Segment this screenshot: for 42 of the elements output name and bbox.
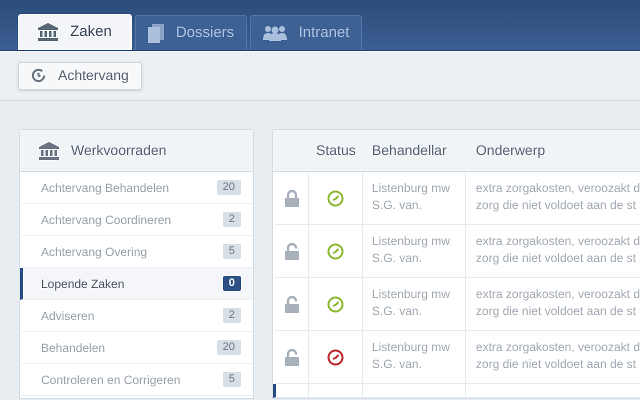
sidebar-item[interactable]: Lopende Zaken 0 bbox=[20, 268, 253, 300]
behandelaar-text: Listenburg mw bbox=[372, 339, 451, 356]
behandelaar-text: Listenburg mw bbox=[372, 286, 451, 303]
clock-refresh-icon bbox=[31, 68, 46, 83]
behandelaar-text: S.G. van. bbox=[372, 303, 423, 320]
onderwerp-text: extra zorgakosten, veroozakt d bbox=[476, 339, 640, 356]
column-header: Status bbox=[316, 141, 356, 160]
behandelaar-text: Listenburg mw bbox=[372, 180, 451, 197]
bank-icon bbox=[39, 142, 59, 160]
behandelaar-text: S.G. van. bbox=[372, 250, 423, 267]
count-badge: 5 bbox=[222, 372, 241, 387]
behandelaar-text: S.G. van. bbox=[372, 356, 423, 373]
bank-icon bbox=[38, 23, 58, 41]
count-badge: 2 bbox=[222, 308, 241, 323]
documents-icon bbox=[148, 24, 164, 42]
count-badge: 2 bbox=[222, 212, 241, 227]
users-icon bbox=[262, 25, 287, 41]
nav-tab[interactable]: Dossiers bbox=[135, 15, 247, 50]
count-badge: 0 bbox=[222, 276, 241, 291]
achtervang-button[interactable]: Achtervang bbox=[18, 62, 142, 90]
nav-tab[interactable]: Zaken bbox=[18, 14, 132, 50]
table-row[interactable]: Listenburg mw S.G. van. extra zorgakosten, veroozakt d zorg die niet voldoet aan de st bbox=[272, 331, 640, 384]
count-badge: 20 bbox=[216, 180, 241, 195]
behandelaar-text: S.G. van. bbox=[372, 197, 423, 214]
table-row[interactable]: Listenburg mw S.G. van. extra zorgakosten, veroozakt d zorg die niet voldoet aan de st bbox=[272, 278, 640, 331]
onderwerp-text: extra zorgakosten, veroozakt d bbox=[476, 286, 640, 303]
sidebar-title: Werkvoorraden bbox=[71, 141, 166, 160]
onderwerp-text: zorg die niet voldoet aan de st bbox=[476, 356, 638, 373]
nav-tab[interactable]: Intranet bbox=[250, 15, 362, 50]
table-row[interactable]: Listenburg mw S.G. van. extra zorgakosten, veroozakt d zorg die niet voldoet aan de st bbox=[272, 172, 640, 225]
table-row[interactable]: Listenburg mw S.G. van. extra zorgakosten, veroozakt d zorg die niet voldoet aan de st bbox=[272, 225, 640, 278]
onderwerp-text: zorg die niet voldoet aan de st bbox=[476, 303, 638, 320]
behandelaar-text: Listenburg mw bbox=[372, 233, 451, 250]
count-badge: 20 bbox=[216, 340, 241, 355]
onderwerp-text: zorg die niet voldoet aan de st bbox=[476, 197, 638, 214]
table-row[interactable] bbox=[272, 384, 640, 398]
column-header: Onderwerp bbox=[476, 142, 546, 158]
onderwerp-text: extra zorgakosten, veroozakt d bbox=[476, 180, 640, 197]
column-header: Behandellar bbox=[372, 142, 447, 158]
onderwerp-text: zorg die niet voldoet aan de st bbox=[476, 250, 638, 267]
onderwerp-text: extra zorgakosten, veroozakt d bbox=[476, 233, 640, 250]
count-badge: 5 bbox=[222, 244, 241, 259]
